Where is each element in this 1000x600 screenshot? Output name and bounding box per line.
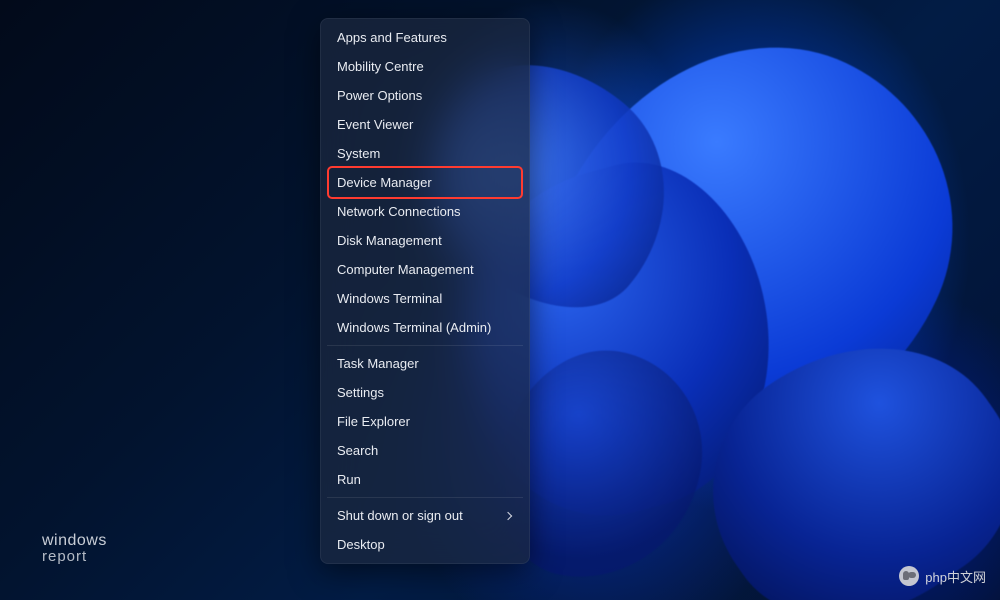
menu-item-task-manager[interactable]: Task Manager [325,349,525,378]
menu-item-label: Search [337,443,378,458]
menu-item-settings[interactable]: Settings [325,378,525,407]
menu-item-label: Apps and Features [337,30,447,45]
watermark-windows-report: windows report [42,533,107,564]
menu-item-label: Disk Management [337,233,442,248]
watermark-line1: windows [42,533,107,549]
menu-item-label: Run [337,472,361,487]
menu-item-file-explorer[interactable]: File Explorer [325,407,525,436]
watermark-right-text: php中文网 [925,567,986,586]
menu-item-label: Task Manager [337,356,419,371]
elephant-icon [899,566,919,586]
winx-context-menu[interactable]: Apps and Features Mobility Centre Power Op… [320,18,530,564]
menu-item-label: Shut down or sign out [337,508,463,523]
watermark-php-cn: php中文网 [899,566,986,586]
menu-item-label: Power Options [337,88,422,103]
menu-item-label: Computer Management [337,262,474,277]
menu-item-system[interactable]: System [325,139,525,168]
menu-item-device-manager[interactable]: Device Manager [325,168,525,197]
menu-separator [327,497,523,498]
menu-item-computer-management[interactable]: Computer Management [325,255,525,284]
menu-item-label: Event Viewer [337,117,413,132]
desktop-wallpaper: Apps and Features Mobility Centre Power Op… [0,0,1000,600]
menu-item-mobility-centre[interactable]: Mobility Centre [325,52,525,81]
menu-item-event-viewer[interactable]: Event Viewer [325,110,525,139]
menu-item-run[interactable]: Run [325,465,525,494]
menu-item-label: Windows Terminal (Admin) [337,320,491,335]
menu-item-label: System [337,146,380,161]
menu-item-apps-features[interactable]: Apps and Features [325,23,525,52]
menu-item-label: Settings [337,385,384,400]
menu-item-power-options[interactable]: Power Options [325,81,525,110]
watermark-line2: report [42,549,107,564]
menu-item-label: File Explorer [337,414,410,429]
menu-item-label: Windows Terminal [337,291,442,306]
menu-item-label: Mobility Centre [337,59,424,74]
menu-separator [327,345,523,346]
menu-item-windows-terminal[interactable]: Windows Terminal [325,284,525,313]
menu-item-windows-terminal-admin[interactable]: Windows Terminal (Admin) [325,313,525,342]
menu-item-label: Network Connections [337,204,461,219]
chevron-right-icon [504,511,512,519]
menu-item-label: Desktop [337,537,385,552]
menu-item-label: Device Manager [337,175,432,190]
menu-item-disk-management[interactable]: Disk Management [325,226,525,255]
menu-item-network-connections[interactable]: Network Connections [325,197,525,226]
menu-item-search[interactable]: Search [325,436,525,465]
menu-item-shutdown-signout[interactable]: Shut down or sign out [325,501,525,530]
menu-item-desktop[interactable]: Desktop [325,530,525,559]
